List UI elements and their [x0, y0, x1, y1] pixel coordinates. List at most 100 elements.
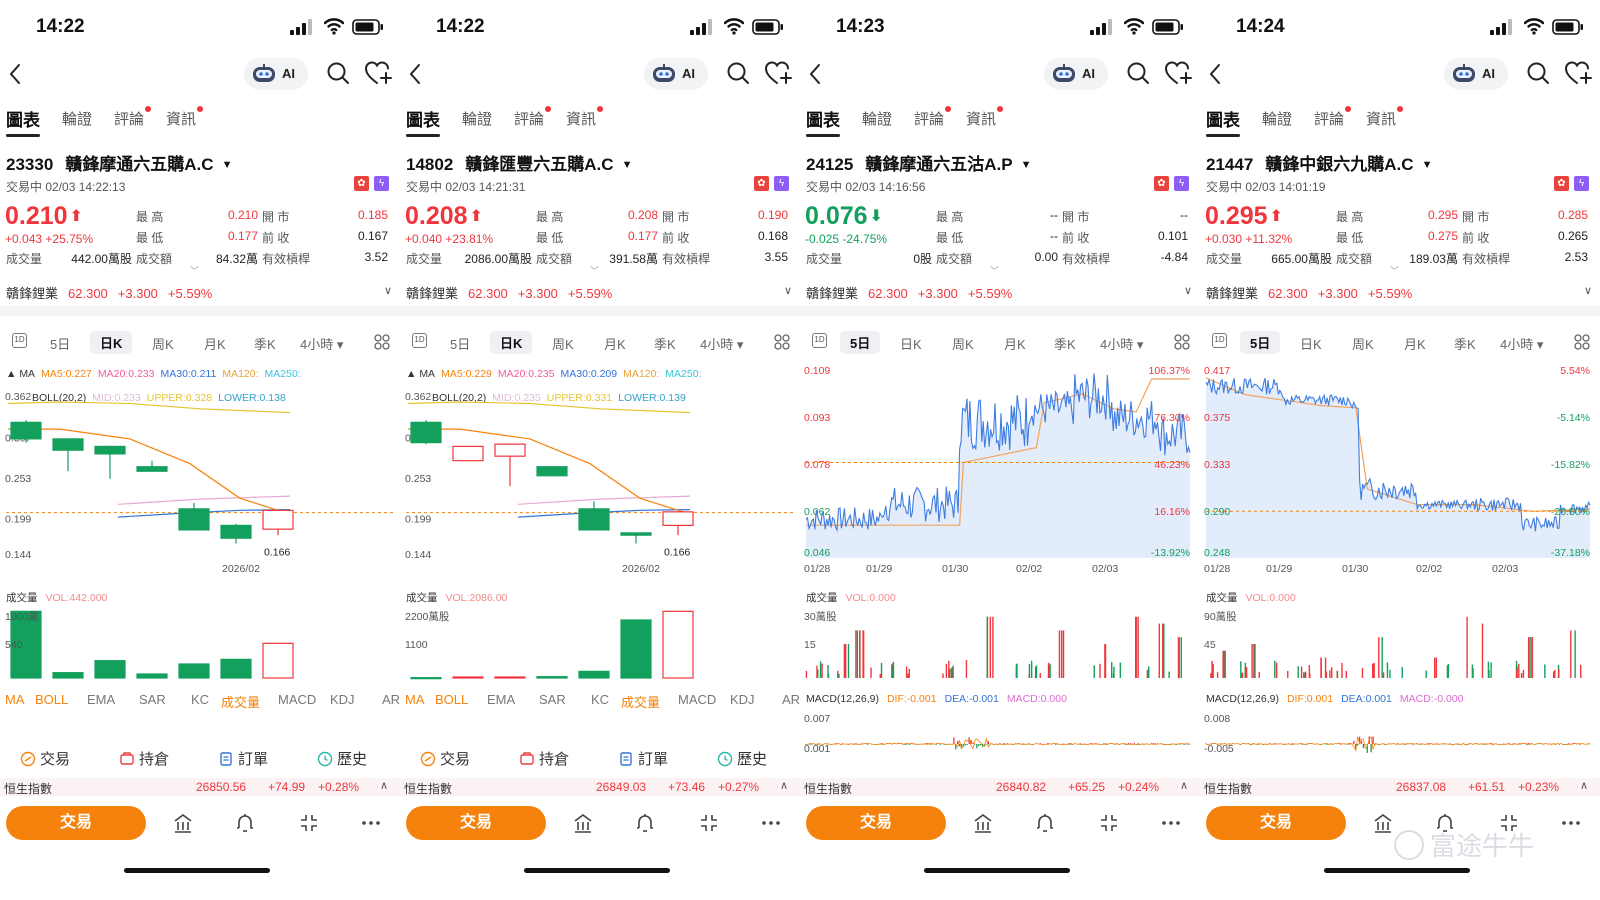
period-tab-2[interactable]: 周K — [152, 334, 174, 353]
period-tab-1[interactable]: 日K — [90, 331, 133, 354]
period-tab-0[interactable]: 5日 — [840, 331, 881, 354]
bank-icon[interactable] — [972, 812, 994, 834]
period-tab-3[interactable]: 月K — [1404, 334, 1426, 353]
underlying-quote[interactable]: 贛鋒鋰業 62.300 +3.300 +5.59% — [6, 283, 222, 302]
action-history[interactable]: 歷史 — [317, 748, 367, 769]
chevron-up-icon[interactable]: ∧ — [1580, 779, 1588, 792]
indicator-tab-SAR[interactable]: SAR — [539, 692, 566, 707]
trade-button[interactable]: 交易 — [406, 806, 546, 840]
more-icon[interactable] — [360, 812, 382, 834]
candlestick-chart[interactable]: 0.3620.3070.2530.1990.1440.1662026/02 — [0, 360, 400, 592]
back-icon[interactable] — [6, 62, 24, 86]
chevron-up-icon[interactable]: ∧ — [780, 779, 788, 792]
period-tab-1[interactable]: 日K — [490, 331, 533, 354]
indicator-tab-KDJ[interactable]: KDJ — [730, 692, 755, 707]
action-history[interactable]: 歷史 — [717, 748, 767, 769]
add-watchlist-heart-icon[interactable] — [1164, 60, 1192, 86]
indicator-tab-ARBR[interactable]: ARBR — [382, 692, 400, 707]
search-icon[interactable] — [726, 61, 750, 85]
add-watchlist-heart-icon[interactable] — [364, 60, 392, 86]
bank-icon[interactable] — [172, 812, 194, 834]
chart-type-icon[interactable]: 1D — [12, 333, 27, 348]
back-icon[interactable] — [806, 62, 824, 86]
tab-warrants[interactable]: 輪證 — [862, 108, 892, 129]
tab-chart[interactable]: 圖表 — [6, 106, 40, 137]
tab-news[interactable]: 資訊 — [966, 106, 1004, 129]
action-order[interactable]: 訂單 — [618, 748, 668, 769]
tab-comments[interactable]: 評論 — [914, 106, 952, 129]
tab-chart[interactable]: 圖表 — [406, 106, 440, 137]
action-order[interactable]: 訂單 — [218, 748, 268, 769]
grid-settings-icon[interactable] — [1174, 334, 1190, 350]
back-icon[interactable] — [1206, 62, 1224, 86]
period-tab-2[interactable]: 周K — [1352, 334, 1374, 353]
hsi-ticker[interactable]: 恒生指數 26840.82 +65.25 +0.24% ∧ — [800, 778, 1200, 796]
action-position[interactable]: 持倉 — [119, 748, 169, 769]
action-trade[interactable]: 交易 — [420, 748, 470, 769]
period-tab-5[interactable]: 4小時 ▾ — [1500, 334, 1543, 353]
indicator-tab-KC[interactable]: KC — [591, 692, 609, 707]
alert-bell-icon[interactable] — [1034, 812, 1056, 834]
indicator-tab-KC[interactable]: KC — [191, 692, 209, 707]
grid-settings-icon[interactable] — [374, 334, 390, 350]
ai-assistant-button[interactable]: AI — [1444, 58, 1508, 90]
underlying-quote[interactable]: 贛鋒鋰業 62.300 +3.300 +5.59% — [806, 283, 1022, 302]
fullscreen-exit-icon[interactable] — [698, 812, 720, 834]
add-watchlist-heart-icon[interactable] — [1564, 60, 1592, 86]
tab-warrants[interactable]: 輪證 — [462, 108, 492, 129]
search-icon[interactable] — [1126, 61, 1150, 85]
chevron-down-icon[interactable]: ∨ — [1184, 284, 1192, 297]
indicator-tab-成交量[interactable]: 成交量 — [621, 692, 660, 711]
indicator-tab-MA[interactable]: MA — [405, 692, 425, 707]
expand-chevron-icon[interactable]: ﹀ — [590, 264, 599, 277]
back-icon[interactable] — [406, 62, 424, 86]
tab-warrants[interactable]: 輪證 — [1262, 108, 1292, 129]
instrument-title[interactable]: 23330 贛鋒摩通六五購A.C ▼ — [6, 150, 396, 174]
trade-button[interactable]: 交易 — [1206, 806, 1346, 840]
indicator-tab-EMA[interactable]: EMA — [87, 692, 115, 707]
indicator-tab-SAR[interactable]: SAR — [139, 692, 166, 707]
indicator-tab-MACD[interactable]: MACD — [278, 692, 316, 707]
trade-button[interactable]: 交易 — [806, 806, 946, 840]
indicator-tab-MA[interactable]: MA — [5, 692, 25, 707]
expand-chevron-icon[interactable]: ﹀ — [1390, 264, 1399, 277]
tab-comments[interactable]: 評論 — [514, 106, 552, 129]
intraday-5day-chart[interactable]: 0.109 106.37% 0.093 76.30% 0.078 46.23% 0.062 1… — [800, 360, 1200, 590]
hsi-ticker[interactable]: 恒生指數 26849.03 +73.46 +0.27% ∧ — [400, 778, 800, 796]
action-trade[interactable]: 交易 — [20, 748, 70, 769]
indicator-tab-KDJ[interactable]: KDJ — [330, 692, 355, 707]
period-tab-5[interactable]: 4小時 ▾ — [700, 334, 743, 353]
volume-chart[interactable]: 2200萬股 1100 — [400, 606, 800, 686]
trade-button[interactable]: 交易 — [6, 806, 146, 840]
alert-bell-icon[interactable] — [634, 812, 656, 834]
indicator-tab-BOLL[interactable]: BOLL — [435, 692, 468, 707]
chart-type-icon[interactable]: 1D — [812, 333, 827, 348]
volume-chart[interactable]: 1000萬 540 — [0, 606, 400, 686]
bank-icon[interactable] — [1372, 812, 1394, 834]
period-tab-4[interactable]: 季K — [1454, 334, 1476, 353]
tab-comments[interactable]: 評論 — [1314, 106, 1352, 129]
chevron-up-icon[interactable]: ∧ — [1180, 779, 1188, 792]
chevron-down-icon[interactable]: ∨ — [784, 284, 792, 297]
tab-news[interactable]: 資訊 — [1366, 106, 1404, 129]
indicator-tab-EMA[interactable]: EMA — [487, 692, 515, 707]
underlying-quote[interactable]: 贛鋒鋰業 62.300 +3.300 +5.59% — [406, 283, 622, 302]
period-tab-2[interactable]: 周K — [952, 334, 974, 353]
expand-chevron-icon[interactable]: ﹀ — [990, 264, 999, 277]
period-tab-4[interactable]: 季K — [654, 334, 676, 353]
search-icon[interactable] — [326, 61, 350, 85]
tab-chart[interactable]: 圖表 — [806, 106, 840, 137]
indicator-tab-MACD[interactable]: MACD — [678, 692, 716, 707]
period-tab-2[interactable]: 周K — [552, 334, 574, 353]
volume-chart[interactable]: 90萬股 45 — [1200, 606, 1600, 686]
chart-type-icon[interactable]: 1D — [412, 333, 427, 348]
tab-comments[interactable]: 評論 — [114, 106, 152, 129]
period-tab-5[interactable]: 4小時 ▾ — [300, 334, 343, 353]
tab-warrants[interactable]: 輪證 — [62, 108, 92, 129]
fullscreen-exit-icon[interactable] — [1098, 812, 1120, 834]
period-tab-0[interactable]: 5日 — [450, 334, 470, 353]
period-tab-4[interactable]: 季K — [1054, 334, 1076, 353]
underlying-quote[interactable]: 贛鋒鋰業 62.300 +3.300 +5.59% — [1206, 283, 1422, 302]
period-tab-0[interactable]: 5日 — [1240, 331, 1281, 354]
bank-icon[interactable] — [572, 812, 594, 834]
